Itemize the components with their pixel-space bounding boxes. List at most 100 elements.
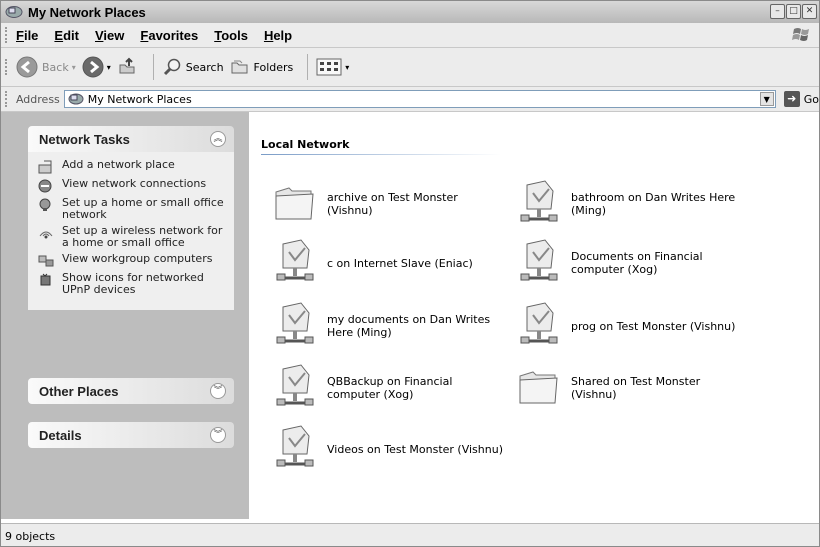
expand-chevron-icon[interactable]: ︾ [210,383,226,399]
menu-favorites[interactable]: Favorites [140,28,198,43]
forward-dropdown-icon[interactable]: ▾ [107,63,111,72]
windows-logo-icon [792,28,809,41]
network-item[interactable]: Videos on Test Monster (Vishnu) [271,422,511,476]
network-item[interactable]: my documents on Dan Writes Here (Ming) [271,299,511,353]
other-places-title: Other Places [39,383,119,399]
folders-label: Folders [253,60,294,74]
task-view-workgroup-computers[interactable]: View workgroup computers [38,253,228,268]
network-item[interactable]: archive on Test Monster (Vishnu) [271,177,511,231]
minimize-button[interactable]: – [770,4,785,19]
menu-edit[interactable]: Edit [54,28,79,43]
views-button[interactable]: ▾ [316,57,349,77]
network-connections-icon [38,179,52,193]
task-label: Add a network place [62,158,175,171]
up-folder-button[interactable] [117,56,139,78]
item-label: my documents on Dan Writes Here (Ming) [327,313,491,339]
content-area: Local Network archive on Test Monster (V… [249,112,819,519]
back-dropdown-icon[interactable]: ▾ [72,63,76,72]
task-setup-wireless-network[interactable]: Set up a wireless network for a home or … [38,225,228,249]
details-title: Details [39,427,82,443]
address-dropdown-icon[interactable]: ▼ [759,92,774,106]
wireless-network-icon [39,231,53,239]
close-button[interactable]: ✕ [802,4,817,19]
back-arrow-icon [16,56,38,78]
views-dropdown-icon[interactable]: ▾ [345,63,349,72]
item-label: QBBackup on Financial computer (Xog) [327,375,453,401]
search-button[interactable]: Search [162,57,224,77]
search-icon [163,58,180,76]
menu-tools[interactable]: Tools [214,28,248,43]
item-label: c on Internet Slave (Eniac) [327,256,473,270]
task-add-network-place[interactable]: Add a network place [38,159,228,174]
network-share-icon [515,179,565,229]
network-item[interactable]: Documents on Financial computer (Xog) [515,236,755,290]
network-places-icon [5,6,23,18]
network-share-icon [515,238,565,288]
toolbar-grip [5,59,10,75]
item-label: prog on Test Monster (Vishnu) [571,319,736,333]
task-label: Set up a wireless network for a home or … [62,224,223,249]
add-network-place-icon [38,160,52,174]
address-label: Address [15,92,60,106]
collapse-chevron-icon[interactable]: ︽ [210,131,226,147]
network-item[interactable]: Shared on Test Monster (Vishnu) [515,361,755,415]
menu-view[interactable]: View [95,28,124,43]
task-label: View workgroup computers [62,252,213,265]
details-panel: Details ︾ [28,422,234,448]
home-network-icon [39,198,51,211]
workgroup-computers-icon [38,255,54,267]
go-button[interactable]: ➜ Go [783,91,819,107]
task-setup-home-network[interactable]: Set up a home or small office network [38,197,228,221]
network-item[interactable]: prog on Test Monster (Vishnu) [515,299,755,353]
task-label: Show icons for networked UPnP devices [62,271,204,296]
task-show-upnp-devices[interactable]: Show icons for networked UPnP devices [38,272,228,296]
toolbar-separator [152,54,154,80]
network-item[interactable]: QBBackup on Financial computer (Xog) [271,361,511,415]
forward-arrow-icon [82,56,104,78]
folder-icon [271,179,321,229]
address-bar: Address My Network Places ▼ ➜ Go [1,87,819,112]
task-pane: Network Tasks ︽ Add a network place View… [1,112,249,519]
maximize-button[interactable]: □ [786,4,801,19]
network-share-icon [271,301,321,351]
network-item[interactable]: bathroom on Dan Writes Here (Ming) [515,177,755,231]
window-title: My Network Places [28,4,146,20]
menu-file[interactable]: File [16,28,38,43]
group-header-local-network: Local Network [261,138,350,151]
toolbar-separator [307,54,309,80]
status-text: 9 objects [5,529,56,543]
go-arrow-icon: ➜ [783,91,800,107]
expand-chevron-icon[interactable]: ︾ [210,427,226,443]
menu-bar: File Edit View Favorites Tools Help [1,23,819,48]
menu-help[interactable]: Help [264,28,292,43]
network-item[interactable]: c on Internet Slave (Eniac) [271,236,511,290]
other-places-panel: Other Places ︾ [28,378,234,404]
back-button[interactable]: Back ▾ [16,56,76,78]
address-value: My Network Places [87,92,192,106]
title-bar[interactable]: My Network Places – □ ✕ [1,1,819,23]
item-label: Shared on Test Monster (Vishnu) [571,375,701,401]
folders-icon [231,60,248,74]
item-label: bathroom on Dan Writes Here (Ming) [571,191,736,217]
details-header[interactable]: Details ︾ [28,422,234,448]
address-input[interactable]: My Network Places ▼ [63,90,776,108]
toolbar: Back ▾ ▾ Search Folders ▾ [1,48,819,87]
task-label: Set up a home or small office network [62,196,224,221]
group-divider [261,154,501,155]
folders-button[interactable]: Folders [230,57,294,77]
network-share-icon [271,424,321,474]
network-places-icon [68,93,84,105]
network-share-icon [271,238,321,288]
network-tasks-list: Add a network place View network connect… [28,152,234,310]
back-label: Back [42,60,69,74]
network-tasks-header[interactable]: Network Tasks ︽ [28,126,234,152]
other-places-header[interactable]: Other Places ︾ [28,378,234,404]
forward-button[interactable]: ▾ [82,56,111,78]
explorer-window: My Network Places – □ ✕ File Edit View F… [0,0,820,547]
task-view-network-connections[interactable]: View network connections [38,178,228,193]
folder-icon [515,363,565,413]
network-tasks-title: Network Tasks [39,131,130,147]
up-folder-icon [119,57,135,74]
item-label: Videos on Test Monster (Vishnu) [327,442,503,456]
go-label: Go [803,92,819,106]
